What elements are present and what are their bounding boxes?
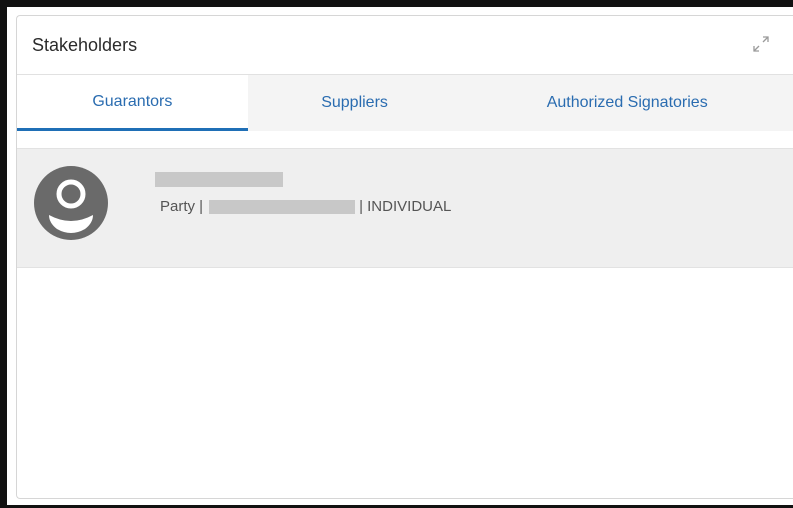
- stakeholder-details: Party | | INDIVIDUAL: [160, 198, 451, 215]
- tab-suppliers[interactable]: Suppliers: [247, 75, 462, 131]
- tab-guarantors[interactable]: Guarantors: [17, 75, 248, 131]
- spacer: [17, 131, 793, 148]
- stakeholders-panel: Stakeholders Guarantors Suppliers Author…: [16, 15, 793, 499]
- stakeholder-tabs: Guarantors Suppliers Authorized Signator…: [17, 75, 793, 131]
- party-type: | INDIVIDUAL: [359, 198, 452, 215]
- panel-title: Stakeholders: [32, 35, 138, 55]
- party-label: Party |: [160, 198, 204, 215]
- expand-icon[interactable]: [751, 34, 771, 54]
- panel-header: Stakeholders: [17, 16, 793, 75]
- party-id-redacted: [209, 199, 356, 214]
- tab-authorized-signatories[interactable]: Authorized Signatories: [461, 75, 793, 131]
- stakeholder-card[interactable]: Party | | INDIVIDUAL: [17, 148, 793, 268]
- stakeholder-name-link[interactable]: [155, 172, 283, 187]
- user-avatar-icon: [33, 165, 109, 241]
